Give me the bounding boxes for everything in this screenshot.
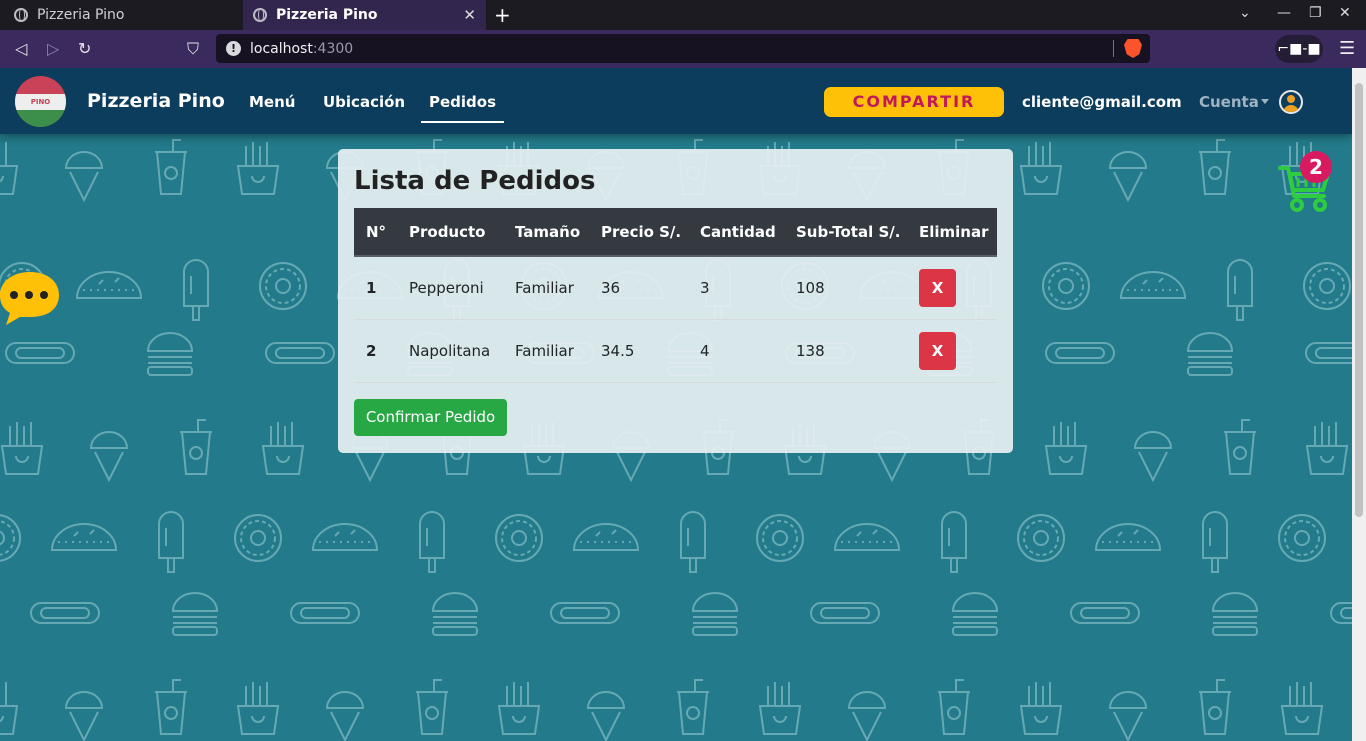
- nav-link-menu[interactable]: Menú: [249, 93, 295, 111]
- browser-tab-bar: Pizzeria Pino Pizzeria Pino ✕ + ⌄ — ❐ ✕: [0, 0, 1366, 30]
- brave-shield-icon[interactable]: [1124, 39, 1142, 58]
- row-subtotal: 108: [784, 256, 907, 320]
- new-tab-button[interactable]: +: [494, 3, 511, 27]
- private-glasses-icon[interactable]: ⌐■-■: [1275, 35, 1323, 63]
- caret-down-icon[interactable]: [1261, 99, 1269, 104]
- header-subtotal: Sub-Total S/.: [784, 208, 907, 257]
- table-row: 2 Napolitana Familiar 34.5 4 138 X: [354, 319, 997, 383]
- url-port: :4300: [312, 40, 354, 57]
- row-size: Familiar: [503, 256, 589, 320]
- brand-name[interactable]: Pizzeria Pino: [87, 90, 225, 112]
- delete-button[interactable]: X: [919, 331, 956, 370]
- chat-bubble-icon[interactable]: [0, 269, 60, 325]
- page-scrollbar[interactable]: [1352, 68, 1366, 741]
- globe-icon: [253, 8, 267, 22]
- browser-tab[interactable]: Pizzeria Pino: [0, 0, 242, 30]
- tab-title: Pizzeria Pino: [276, 7, 378, 23]
- browser-toolbar: ◁ ▷ ↻ ⛉ ! localhost:4300: [0, 30, 1366, 68]
- table-row: 1 Pepperoni Familiar 36 3 108 X: [354, 256, 997, 320]
- page-viewport: PINO Pizzeria Pino Menú Ubicación Pedido…: [0, 68, 1352, 741]
- row-delete-cell: X: [907, 319, 997, 383]
- minimize-icon[interactable]: —: [1277, 5, 1291, 21]
- row-quantity: 4: [688, 319, 784, 383]
- order-list-card: Lista de Pedidos N° Producto Tamaño Prec…: [338, 149, 1013, 453]
- account-dropdown[interactable]: Cuenta: [1199, 93, 1259, 111]
- app-navbar: PINO Pizzeria Pino Menú Ubicación Pedido…: [0, 68, 1352, 134]
- browser-menu-icon[interactable]: ☰: [1339, 38, 1355, 59]
- row-quantity: 3: [688, 256, 784, 320]
- tab-list-chevron-icon[interactable]: ⌄: [1239, 5, 1251, 21]
- row-number: 2: [354, 319, 397, 383]
- user-avatar-icon[interactable]: [1279, 90, 1303, 114]
- forward-icon[interactable]: ▷: [47, 39, 59, 58]
- row-delete-cell: X: [907, 256, 997, 320]
- site-info-icon[interactable]: !: [226, 41, 241, 56]
- nav-link-ubicacion[interactable]: Ubicación: [323, 93, 405, 111]
- delete-button[interactable]: X: [919, 268, 956, 307]
- header-n: N°: [354, 208, 397, 257]
- user-email: cliente@gmail.com: [1022, 93, 1182, 111]
- address-bar[interactable]: ! localhost:4300: [216, 34, 1150, 63]
- url-host: localhost: [250, 40, 313, 57]
- row-number: 1: [354, 256, 397, 320]
- header-producto: Producto: [397, 208, 503, 257]
- header-eliminar: Eliminar: [907, 208, 997, 257]
- row-product: Napolitana: [397, 319, 503, 383]
- confirm-order-button[interactable]: Confirmar Pedido: [354, 399, 507, 436]
- share-button[interactable]: COMPARTIR: [824, 87, 1004, 117]
- reload-icon[interactable]: ↻: [78, 39, 91, 58]
- row-subtotal: 138: [784, 319, 907, 383]
- window-close-icon[interactable]: ✕: [1339, 5, 1351, 21]
- logo-band: [15, 110, 66, 127]
- nav-link-pedidos[interactable]: Pedidos: [421, 93, 505, 123]
- row-size: Familiar: [503, 319, 589, 383]
- bookmark-icon[interactable]: ⛉: [187, 39, 199, 59]
- row-product: Pepperoni: [397, 256, 503, 320]
- tab-title: Pizzeria Pino: [37, 7, 125, 23]
- header-cantidad: Cantidad: [688, 208, 784, 257]
- page-title: Lista de Pedidos: [354, 166, 596, 196]
- back-icon[interactable]: ◁: [15, 39, 27, 58]
- header-tamano: Tamaño: [503, 208, 589, 257]
- row-price: 34.5: [589, 319, 688, 383]
- row-price: 36: [589, 256, 688, 320]
- pizzeria-logo[interactable]: PINO: [15, 76, 66, 127]
- scrollbar-thumb[interactable]: [1355, 83, 1363, 517]
- globe-icon: [14, 8, 28, 22]
- maximize-icon[interactable]: ❐: [1309, 5, 1322, 21]
- address-divider: [1113, 40, 1114, 57]
- cart-count-badge: 2: [1300, 151, 1332, 183]
- browser-tab-active[interactable]: Pizzeria Pino ✕: [243, 0, 486, 30]
- logo-text: PINO: [15, 94, 66, 110]
- orders-table: N° Producto Tamaño Precio S/. Cantidad S…: [354, 208, 997, 383]
- table-header-row: N° Producto Tamaño Precio S/. Cantidad S…: [354, 208, 997, 257]
- header-precio: Precio S/.: [589, 208, 688, 257]
- close-tab-icon[interactable]: ✕: [463, 6, 476, 24]
